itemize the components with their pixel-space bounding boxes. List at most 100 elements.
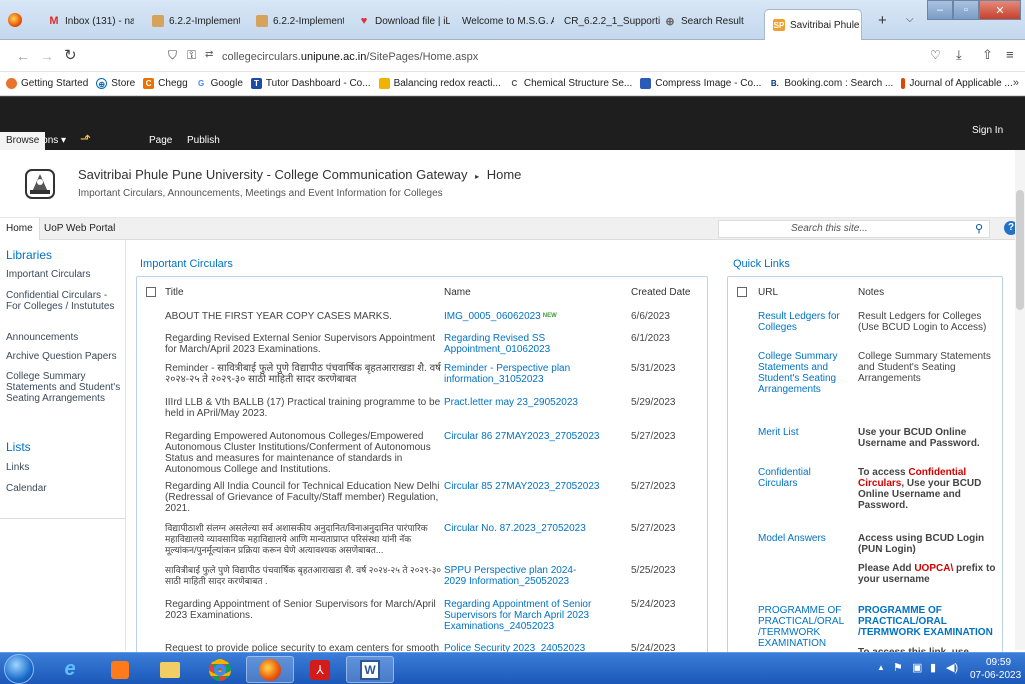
navigate-up-icon[interactable]: ⬏ (80, 131, 91, 147)
back-icon[interactable]: ← (16, 48, 30, 64)
bookmark-store[interactable]: ⊕ Store (96, 78, 135, 89)
circular-link[interactable]: Circular 86 27MAY2023_27052023 (444, 431, 619, 442)
bookmark-balancing-redox[interactable]: Balancing redox reacti... (378, 78, 501, 89)
bookmark-booking[interactable]: B. Booking.com : Search ... (769, 78, 893, 89)
tab-savitribai-phule[interactable]: SP Savitribai Phule ✕ (764, 9, 862, 40)
circular-link[interactable]: Circular No. 87.2023_27052023 (444, 523, 619, 534)
tab-download-file[interactable]: ♥ Download file | iL (358, 10, 450, 32)
circular-link[interactable]: Pract.letter may 23_29052023 (444, 397, 619, 408)
leftnav-links[interactable]: Links (6, 462, 29, 473)
tab-gmail[interactable]: M Inbox (131) - nah (48, 10, 134, 32)
col-notes[interactable]: Notes (858, 287, 884, 298)
bookmark-google[interactable]: G Google (195, 78, 243, 89)
circular-link[interactable]: Regarding Appointment of Senior Supervis… (444, 599, 604, 632)
firefox-menu-icon[interactable] (8, 13, 22, 27)
col-created-date[interactable]: Created Date (631, 287, 690, 298)
top-navigation: Home UoP Web Portal Search this site... … (0, 218, 1025, 240)
bookmark-compress-image[interactable]: Compress Image - Co... (640, 78, 761, 89)
image-icon (640, 78, 652, 89)
tray-volume-icon[interactable]: ◀) (946, 661, 958, 674)
quicklink-url[interactable]: Confidential Circulars (758, 467, 846, 489)
circular-link[interactable]: Circular 85 27MAY2023_27052023 (444, 481, 619, 492)
download-icon[interactable]: ⤓ (956, 47, 962, 63)
search-input[interactable]: Search this site... ⚲ (718, 220, 990, 238)
select-all-checkbox[interactable] (146, 287, 156, 297)
nav-home[interactable]: Home (0, 218, 40, 240)
tray-network-icon[interactable]: ▣ (912, 661, 922, 674)
col-name[interactable]: Name (444, 287, 471, 298)
quicklink-url[interactable]: Merit List (758, 427, 846, 438)
leftnav-college-summary[interactable]: College Summary Statements and Student's… (6, 371, 122, 404)
col-url[interactable]: URL (758, 287, 778, 298)
sign-in-link[interactable]: Sign In (972, 125, 1003, 136)
quicklink-url[interactable]: College Summary Statements and Student's… (758, 351, 850, 395)
tray-expand-icon[interactable]: ▲ (877, 663, 885, 672)
tab-welcome-msg[interactable]: Welcome to M.S.G. A (462, 10, 554, 32)
new-tab-button[interactable]: + (878, 12, 887, 29)
leftnav-archive-question-papers[interactable]: Archive Question Papers (6, 351, 117, 362)
maximize-button[interactable]: ▫ (953, 0, 979, 20)
quicklink-url[interactable]: Model Answers (758, 533, 846, 544)
leftnav-announcements[interactable]: Announcements (6, 332, 78, 343)
start-button[interactable] (4, 654, 34, 684)
menu-icon[interactable]: ≡ (1006, 47, 1014, 62)
tab-page[interactable]: Page (149, 135, 172, 146)
tab-cr-supporting[interactable]: CR_6.2.2_1_Supportin (564, 10, 660, 32)
circular-link[interactable]: Regarding Revised SS Appointment_0106202… (444, 333, 594, 355)
site-permissions-icon[interactable]: ⚿ (187, 48, 196, 63)
taskbar-ie[interactable]: e (46, 656, 94, 683)
taskbar-chrome[interactable] (196, 656, 244, 683)
taskbar-explorer[interactable] (146, 656, 194, 683)
circular-date: 6/1/2023 (631, 333, 670, 344)
scrollbar-thumb[interactable] (1016, 190, 1024, 310)
tray-flag-icon[interactable]: ⚑ (893, 661, 903, 674)
quick-links-heading[interactable]: Quick Links (733, 258, 790, 270)
bookmark-chegg[interactable]: C Chegg (143, 78, 188, 89)
taskbar-acrobat[interactable]: ⅄ (296, 656, 344, 683)
circular-link[interactable]: SPPU Perspective plan 2024-2029 Informat… (444, 565, 594, 587)
col-title[interactable]: Title (165, 287, 184, 298)
shield-icon[interactable]: ⛉ (168, 48, 177, 63)
leftnav-important-circulars[interactable]: Important Circulars (6, 269, 90, 280)
forward-icon[interactable]: → (40, 48, 54, 64)
important-circulars-heading[interactable]: Important Circulars (140, 258, 233, 270)
minimize-button[interactable]: – (927, 0, 953, 20)
bookmark-chemical-structure[interactable]: C Chemical Structure Se... (508, 78, 632, 89)
clock-date[interactable]: 07-06-2023 (970, 670, 1021, 681)
tab-publish[interactable]: Publish (187, 135, 220, 146)
reload-icon[interactable]: ↻ (64, 46, 77, 64)
booking-icon: B. (769, 78, 781, 89)
more-bookmarks-icon[interactable]: » (1013, 77, 1019, 89)
search-icon[interactable]: ⚲ (975, 222, 983, 235)
bookmark-journal[interactable]: Journal of Applicable ... (901, 78, 1013, 89)
leftnav-calendar[interactable]: Calendar (6, 483, 47, 494)
tab-implementation-2[interactable]: 6.2.2-Implementa (256, 10, 344, 32)
clock-time[interactable]: 09:59 (986, 657, 1011, 668)
site-title-link[interactable]: Savitribai Phule Pune University - Colle… (78, 167, 467, 182)
vertical-scrollbar[interactable] (1015, 150, 1025, 650)
tab-browse[interactable]: Browse (0, 132, 46, 151)
nav-uop-web-portal[interactable]: UoP Web Portal (44, 223, 115, 234)
taskbar-word[interactable]: W (346, 656, 394, 683)
bookmark-getting-started[interactable]: Getting Started (6, 78, 88, 89)
share-icon[interactable]: ⇧ (982, 47, 993, 63)
circular-link[interactable]: IMG_0005_06062023 NEW (444, 311, 619, 322)
tray-signal-icon[interactable]: ▮ (930, 661, 936, 674)
tab-implementation-1[interactable]: 6.2.2-Implementa (152, 10, 240, 32)
leftnav-confidential-circulars[interactable]: Confidential Circulars - For Colleges / … (6, 290, 122, 312)
taskbar-firefox[interactable] (246, 656, 294, 683)
circular-link[interactable]: Reminder - Perspective plan information_… (444, 363, 594, 385)
quicklink-url[interactable]: Result Ledgers for Colleges (758, 311, 846, 333)
chem-icon: C (508, 78, 520, 89)
taskbar-outlook[interactable] (96, 656, 144, 683)
quicklink-url[interactable]: PROGRAMME OF PRACTICAL/ORAL /TERMWORK EX… (758, 605, 846, 649)
libraries-heading[interactable]: Libraries (6, 249, 52, 261)
select-all-checkbox[interactable] (737, 287, 747, 297)
bookmark-tutor-dashboard[interactable]: T Tutor Dashboard - Co... (250, 78, 371, 89)
lists-heading[interactable]: Lists (6, 441, 31, 453)
url-bar[interactable]: collegecirculars. unipune.ac.in/SitePages… (222, 46, 822, 68)
tab-search-result[interactable]: ⊕ Search Result (664, 10, 750, 32)
tab-list-chevron-icon[interactable]: ⌵ (906, 14, 914, 25)
pocket-icon[interactable]: ♡ (930, 48, 941, 62)
close-window-button[interactable]: ✕ (979, 0, 1021, 20)
